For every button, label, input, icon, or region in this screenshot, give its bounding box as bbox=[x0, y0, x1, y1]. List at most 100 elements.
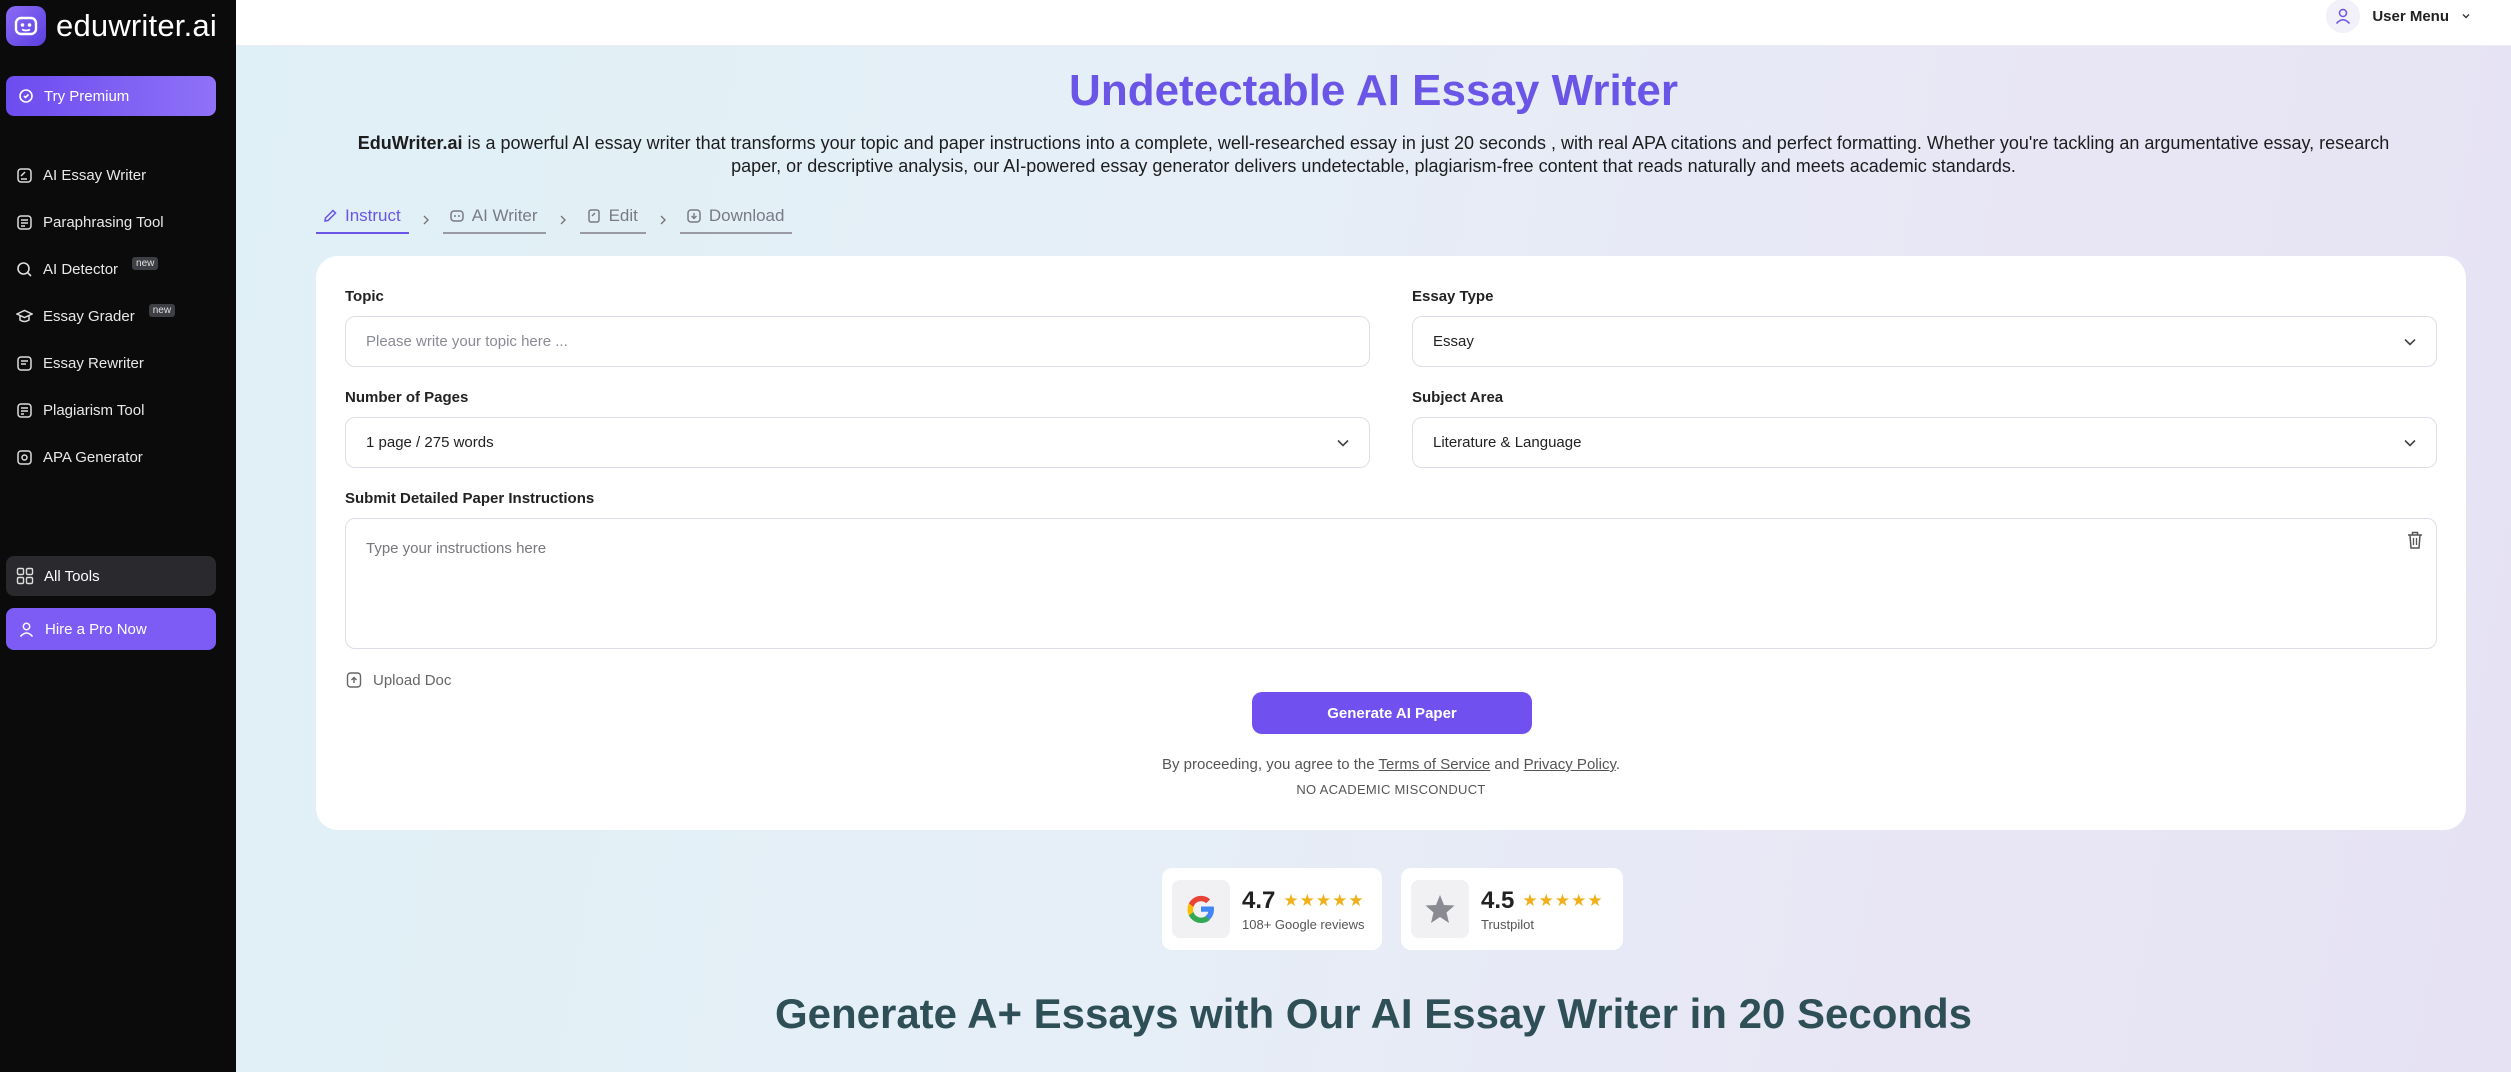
new-badge: new bbox=[132, 257, 159, 270]
tab-label: AI Writer bbox=[471, 206, 538, 225]
try-premium-label: Try Premium bbox=[44, 87, 130, 105]
pages-select[interactable]: 1 page / 275 words bbox=[345, 417, 1370, 468]
legal-prefix: By proceeding, you agree to the bbox=[1161, 756, 1379, 773]
privacy-link[interactable]: Privacy Policy bbox=[1524, 756, 1616, 773]
topic-label: Topic bbox=[345, 288, 384, 305]
plagiarism-icon bbox=[17, 403, 32, 418]
google-icon bbox=[1172, 880, 1230, 938]
all-tools-button[interactable]: All Tools bbox=[6, 556, 216, 596]
topic-placeholder: Please write your topic here ... bbox=[366, 333, 568, 350]
tab-label: Edit bbox=[608, 206, 638, 225]
chevron-down-icon bbox=[2404, 338, 2416, 346]
sidebar-item-label: Essay Rewriter bbox=[43, 355, 144, 372]
document-edit-icon bbox=[587, 209, 600, 223]
download-icon bbox=[687, 209, 701, 223]
sidebar-item-essay-grader[interactable]: Essay Grader new bbox=[0, 293, 236, 340]
essay-form-card: Topic Please write your topic here ... E… bbox=[316, 256, 2466, 830]
star-rating-icon: ★★★★★ bbox=[1522, 890, 1604, 910]
sidebar-item-paraphrasing-tool[interactable]: Paraphrasing Tool bbox=[0, 199, 236, 246]
tab-label: Instruct bbox=[345, 206, 401, 225]
subject-select[interactable]: Literature & Language bbox=[1412, 417, 2437, 468]
sidebar-item-essay-rewriter[interactable]: Essay Rewriter bbox=[0, 340, 236, 387]
chevron-down-icon bbox=[2462, 14, 2470, 19]
tab-label: Download bbox=[708, 206, 785, 225]
instructions-label: Submit Detailed Paper Instructions bbox=[345, 490, 595, 507]
trustpilot-star-icon bbox=[1411, 880, 1469, 938]
sidebar-item-label: AI Detector bbox=[43, 261, 119, 278]
pages-label: Number of Pages bbox=[345, 389, 469, 406]
premium-badge-icon bbox=[19, 89, 33, 103]
grid-icon bbox=[16, 567, 34, 585]
trustpilot-review-card[interactable]: 4.5 ★★★★★ Trustpilot bbox=[1401, 868, 1623, 950]
trustpilot-review-info: 4.5 ★★★★★ Trustpilot bbox=[1481, 887, 1604, 932]
subject-value: Literature & Language bbox=[1433, 434, 1582, 451]
trustpilot-label: Trustpilot bbox=[1481, 916, 1534, 932]
topic-input[interactable]: Please write your topic here ... bbox=[345, 316, 1370, 367]
section-headline: Generate A+ Essays with Our AI Essay Wri… bbox=[774, 990, 1973, 1037]
essay-type-value: Essay bbox=[1433, 333, 1474, 350]
sidebar-item-plagiarism-tool[interactable]: Plagiarism Tool bbox=[0, 387, 236, 434]
sidebar-item-ai-essay-writer[interactable]: AI Essay Writer bbox=[0, 152, 236, 199]
sidebar-item-ai-detector[interactable]: AI Detector new bbox=[0, 246, 236, 293]
search-icon bbox=[17, 262, 32, 277]
upload-file-icon bbox=[346, 672, 362, 688]
user-avatar-icon bbox=[2326, 0, 2361, 33]
trash-icon[interactable] bbox=[2404, 529, 2426, 551]
terms-link[interactable]: Terms of Service bbox=[1379, 756, 1491, 773]
upload-doc-label: Upload Doc bbox=[373, 671, 452, 689]
instructions-placeholder: Type your instructions here bbox=[366, 540, 547, 557]
intro-paragraph: EduWriter.ai is a powerful AI essay writ… bbox=[336, 132, 2411, 178]
main-content: Undetectable AI Essay Writer EduWriter.a… bbox=[236, 46, 2511, 1072]
sidebar-nav: AI Essay Writer Paraphrasing Tool AI Det… bbox=[0, 152, 236, 481]
tab-ai-writer[interactable]: AI Writer bbox=[442, 206, 546, 234]
chevron-right-icon bbox=[558, 214, 568, 226]
essay-type-select[interactable]: Essay bbox=[1412, 316, 2437, 367]
pages-value: 1 page / 275 words bbox=[366, 434, 494, 451]
intro-text: is a powerful AI essay writer that trans… bbox=[462, 133, 2390, 176]
tab-download[interactable]: Download bbox=[679, 206, 793, 234]
top-bar: User Menu bbox=[236, 0, 2511, 46]
sidebar-item-label: AI Essay Writer bbox=[43, 167, 147, 184]
google-review-count: 108+ Google reviews bbox=[1242, 916, 1365, 932]
new-badge: new bbox=[148, 304, 176, 317]
user-icon bbox=[19, 622, 34, 637]
upload-doc-button[interactable]: Upload Doc bbox=[345, 671, 451, 689]
google-review-info: 4.7 ★★★★★ 108+ Google reviews bbox=[1242, 887, 1365, 932]
tab-edit[interactable]: Edit bbox=[579, 206, 646, 234]
tab-instruct[interactable]: Instruct bbox=[316, 206, 409, 234]
chevron-down-icon bbox=[1337, 439, 1349, 447]
sidebar-item-apa-generator[interactable]: APA Generator bbox=[0, 434, 236, 481]
legal-and: and bbox=[1490, 756, 1524, 773]
step-tabs: Instruct AI Writer Edit Download bbox=[316, 206, 793, 234]
misconduct-notice: NO ACADEMIC MISCONDUCT bbox=[1296, 782, 1486, 797]
essay-type-label: Essay Type bbox=[1412, 288, 1494, 305]
citation-icon bbox=[17, 450, 32, 465]
user-menu-label: User Menu bbox=[2372, 7, 2449, 25]
page-title: Undetectable AI Essay Writer bbox=[1069, 66, 1678, 115]
try-premium-button[interactable]: Try Premium bbox=[6, 76, 216, 116]
graduation-cap-icon bbox=[16, 309, 33, 323]
chevron-down-icon bbox=[2404, 439, 2416, 447]
all-tools-label: All Tools bbox=[44, 567, 100, 585]
google-review-card[interactable]: 4.7 ★★★★★ 108+ Google reviews bbox=[1162, 868, 1382, 950]
generate-paper-button[interactable]: Generate AI Paper bbox=[1252, 692, 1532, 734]
hire-pro-button[interactable]: Hire a Pro Now bbox=[6, 608, 216, 650]
robot-logo-icon bbox=[6, 6, 46, 46]
brand-name: eduwriter.ai bbox=[56, 8, 217, 43]
star-rating-icon: ★★★★★ bbox=[1283, 890, 1365, 910]
pencil-icon bbox=[324, 209, 337, 222]
rewrite-icon bbox=[17, 356, 32, 371]
sidebar-item-label: Paraphrasing Tool bbox=[43, 214, 164, 231]
legal-notice: By proceeding, you agree to the Terms of… bbox=[316, 756, 2466, 773]
intro-brand: EduWriter.ai bbox=[357, 133, 463, 153]
hire-pro-label: Hire a Pro Now bbox=[45, 620, 147, 638]
chevron-right-icon bbox=[421, 214, 431, 226]
user-menu-button[interactable]: User Menu bbox=[2326, 0, 2471, 33]
subject-label: Subject Area bbox=[1412, 389, 1504, 406]
google-score: 4.7 bbox=[1242, 886, 1276, 914]
sidebar-item-label: Plagiarism Tool bbox=[43, 402, 145, 419]
trustpilot-score: 4.5 bbox=[1481, 886, 1515, 914]
robot-icon bbox=[450, 210, 464, 222]
brand-logo[interactable]: eduwriter.ai bbox=[6, 6, 217, 46]
instructions-textarea[interactable]: Type your instructions here bbox=[345, 518, 2437, 649]
